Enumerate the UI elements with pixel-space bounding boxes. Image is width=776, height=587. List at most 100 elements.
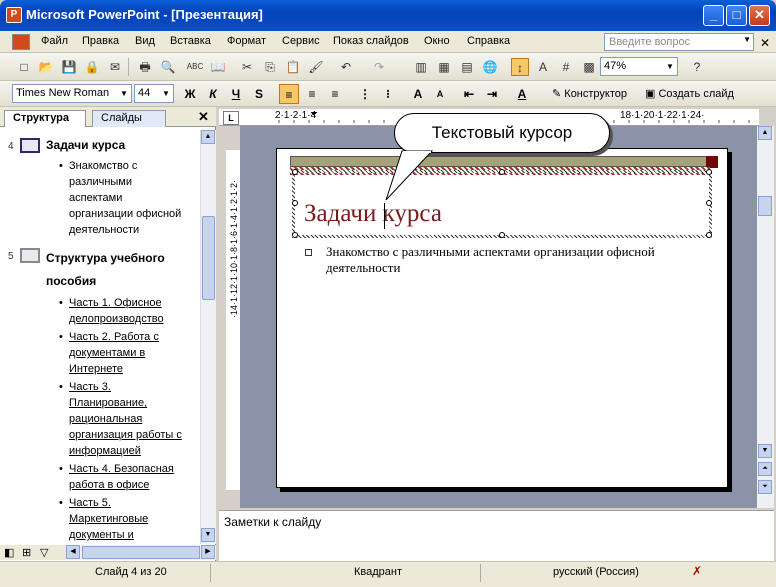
show-formatting-icon[interactable]: A xyxy=(534,58,552,76)
outline-slide-title[interactable]: Задачи курса xyxy=(46,138,125,152)
decrease-font-icon[interactable]: A xyxy=(430,84,450,104)
grid-icon[interactable]: # xyxy=(557,58,575,76)
tab-outline[interactable]: Структура xyxy=(4,110,86,127)
scroll-down-icon[interactable]: ▼ xyxy=(201,528,215,542)
outline-vertical-scrollbar[interactable]: ▲ ▼ xyxy=(200,130,216,544)
outline-bullet[interactable]: • Знакомство с различными аспектами орга… xyxy=(59,158,181,238)
resize-handle[interactable] xyxy=(499,169,505,175)
underline-button[interactable]: Ч xyxy=(226,84,246,104)
scroll-left-icon[interactable]: ◀ xyxy=(66,545,80,559)
menu-window[interactable]: Окно xyxy=(424,35,450,47)
align-right-icon[interactable]: ≡ xyxy=(325,84,345,104)
bullets-icon[interactable]: ⁝ xyxy=(378,84,398,104)
slide-title[interactable]: Задачи курса xyxy=(304,200,442,228)
slide-body-text[interactable]: Знакомство с различными аспектами органи… xyxy=(326,244,716,276)
bold-button[interactable]: Ж xyxy=(180,84,200,104)
decrease-indent-icon[interactable]: ⇤ xyxy=(459,84,479,104)
menu-view[interactable]: Вид xyxy=(135,35,155,47)
menu-tools[interactable]: Сервис xyxy=(282,35,320,47)
outline-link-item[interactable]: • Часть 3. Планирование, рациональная ор… xyxy=(59,379,182,459)
italic-button[interactable]: К xyxy=(203,84,223,104)
ask-question-input[interactable]: Введите вопрос ▼ xyxy=(604,33,754,51)
resize-handle[interactable] xyxy=(499,232,505,238)
new-icon[interactable]: □ xyxy=(15,58,33,76)
tables-borders-icon[interactable]: ▤ xyxy=(458,58,476,76)
permission-icon[interactable]: 🔒 xyxy=(83,58,101,76)
resize-handle[interactable] xyxy=(706,232,712,238)
menu-help[interactable]: Справка xyxy=(467,35,510,47)
font-color-icon[interactable]: A xyxy=(512,84,532,104)
cut-icon[interactable]: ✂ xyxy=(238,58,256,76)
research-icon[interactable]: 📖 xyxy=(209,58,227,76)
outline-link-item[interactable]: • Часть 5. Маркетинговые документы и xyxy=(59,495,148,543)
menu-file[interactable]: Файл xyxy=(41,35,68,47)
print-icon[interactable]: 🖶 xyxy=(136,58,154,76)
menu-edit[interactable]: Правка xyxy=(82,35,119,47)
outline-link-item[interactable]: • Часть 4. Безопасная работа в офисе xyxy=(59,461,174,493)
resize-handle[interactable] xyxy=(706,200,712,206)
spelling-status-icon[interactable]: ✗ xyxy=(692,564,702,578)
scroll-right-icon[interactable]: ▶ xyxy=(201,545,215,559)
scroll-thumb[interactable] xyxy=(82,546,200,559)
document-icon[interactable] xyxy=(12,34,30,50)
outline-slide-title[interactable]: Структура учебного пособия xyxy=(46,247,165,293)
redo-icon[interactable]: ↷ xyxy=(370,58,388,76)
menu-insert[interactable]: Вставка xyxy=(170,35,211,47)
numbering-icon[interactable]: ⋮ xyxy=(355,84,375,104)
font-select[interactable]: Times New Roman ▼ xyxy=(12,84,132,103)
color-grayscale-icon[interactable]: ▩ xyxy=(580,58,598,76)
maximize-button[interactable]: □ xyxy=(726,5,747,26)
slide-icon[interactable] xyxy=(20,248,40,263)
notes-pane[interactable]: Заметки к слайду xyxy=(219,510,774,561)
shadow-button[interactable]: S xyxy=(249,84,269,104)
previous-slide-icon[interactable]: ⏶ xyxy=(758,462,772,476)
font-size-select[interactable]: 44 ▼ xyxy=(134,84,174,103)
hyperlink-icon[interactable]: 🌐 xyxy=(481,58,499,76)
email-icon[interactable]: ✉ xyxy=(106,58,124,76)
undo-icon[interactable]: ↶ xyxy=(337,58,355,76)
designer-button[interactable]: ✎ Конструктор xyxy=(552,87,627,100)
close-button[interactable]: ✕ xyxy=(749,5,770,26)
spelling-icon[interactable]: ABC xyxy=(186,58,204,76)
chevron-down-icon[interactable]: ▼ xyxy=(743,35,751,44)
slideshow-icon[interactable]: ▽ xyxy=(40,546,48,559)
tab-stop-button[interactable]: L xyxy=(223,111,239,125)
resize-handle[interactable] xyxy=(292,169,298,175)
expand-icon[interactable]: ↕ xyxy=(511,58,529,76)
save-icon[interactable]: 💾 xyxy=(60,58,78,76)
slide-icon[interactable] xyxy=(20,138,40,153)
next-slide-icon[interactable]: ⏷ xyxy=(758,480,772,494)
open-icon[interactable]: 📂 xyxy=(37,58,55,76)
increase-indent-icon[interactable]: ⇥ xyxy=(482,84,502,104)
slide-vertical-scrollbar[interactable]: ▲ ▼ ⏶ ⏷ xyxy=(757,126,774,508)
scroll-thumb[interactable] xyxy=(758,196,772,216)
preview-icon[interactable]: 🔍 xyxy=(159,58,177,76)
zoom-select[interactable]: 47% ▼ xyxy=(600,57,678,76)
format-painter-icon[interactable]: 🖌 xyxy=(307,58,325,76)
scroll-up-icon[interactable]: ▲ xyxy=(758,126,772,140)
scroll-up-icon[interactable]: ▲ xyxy=(201,130,215,144)
normal-view-icon[interactable]: ◧ xyxy=(4,546,14,559)
new-slide-button[interactable]: ▣ Создать слайд xyxy=(645,87,734,100)
close-pane-icon[interactable]: ✕ xyxy=(198,109,209,125)
chart-icon[interactable]: ▥ xyxy=(412,58,430,76)
resize-handle[interactable] xyxy=(292,200,298,206)
paste-icon[interactable]: 📋 xyxy=(284,58,302,76)
outline-link-item[interactable]: • Часть 1. Офисное делопроизводство xyxy=(59,295,164,327)
menu-format[interactable]: Формат xyxy=(227,35,266,47)
copy-icon[interactable]: ⎘ xyxy=(261,58,279,76)
close-doc-icon[interactable]: ✕ xyxy=(760,36,770,50)
menu-slideshow[interactable]: Показ слайдов xyxy=(333,35,409,47)
scroll-thumb[interactable] xyxy=(202,216,215,300)
resize-handle[interactable] xyxy=(292,232,298,238)
scroll-down-icon[interactable]: ▼ xyxy=(758,444,772,458)
increase-font-icon[interactable]: A xyxy=(408,84,428,104)
align-center-icon[interactable]: ≡ xyxy=(302,84,322,104)
vertical-ruler[interactable]: ·14·1·12·1·10·1·8·1·6·1·4·1·2·1·2· xyxy=(226,150,240,490)
indent-marker-icon[interactable]: ⏷ xyxy=(310,109,318,120)
table-icon[interactable]: ▦ xyxy=(435,58,453,76)
outline-link-item[interactable]: • Часть 2. Работа с документами в Интерн… xyxy=(59,329,159,377)
slide-sorter-icon[interactable]: ⊞ xyxy=(22,546,31,559)
outline-horizontal-scrollbar[interactable]: ◀ ▶ xyxy=(66,545,216,560)
resize-handle[interactable] xyxy=(706,169,712,175)
